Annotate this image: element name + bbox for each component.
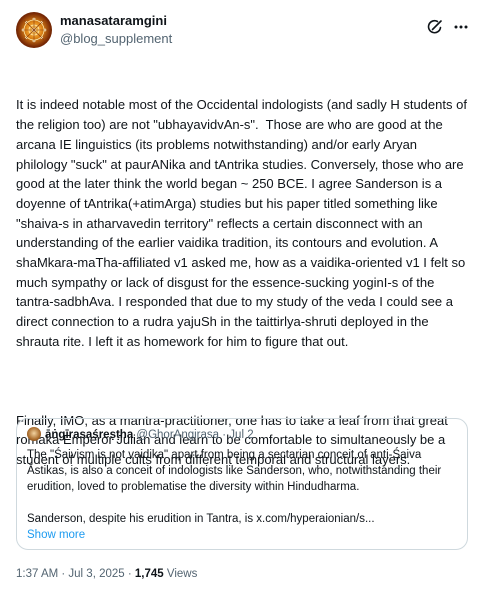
views-label: Views xyxy=(163,568,198,580)
author-handle[interactable]: @blog_supplement xyxy=(60,30,172,48)
quoted-author-display-name: āṅgīrasaśreṣṭha xyxy=(45,429,134,441)
grok-icon[interactable] xyxy=(426,18,444,36)
author-avatar[interactable] xyxy=(16,12,52,48)
post-paragraph: It is indeed notable most of the Occiden… xyxy=(16,97,471,349)
author-info: manasataramgini @blog_supplement xyxy=(60,12,172,48)
quoted-author-handle: @GhorAngirasa xyxy=(136,429,220,441)
show-more-link[interactable]: Show more xyxy=(27,527,85,543)
quoted-post-date: Jul 2 xyxy=(229,429,254,441)
post-header: manasataramgini @blog_supplement xyxy=(16,12,468,48)
post-card: manasataramgini @blog_supplement It is i… xyxy=(0,0,480,591)
quoted-paragraph: Sanderson, despite his erudition in Tant… xyxy=(27,513,375,525)
quoted-post[interactable]: āṅgīrasaśreṣṭha @GhorAngirasa · Jul 2 Th… xyxy=(16,418,468,550)
post-timestamp[interactable]: 1:37 AM · Jul 3, 2025 · xyxy=(16,568,135,580)
quoted-post-header: āṅgīrasaśreṣṭha @GhorAngirasa · Jul 2 xyxy=(27,427,254,443)
mandala-avatar-icon xyxy=(20,16,48,44)
post-footer: 1:37 AM · Jul 3, 2025 · 1,745 Views xyxy=(16,566,197,582)
more-icon[interactable] xyxy=(452,18,470,36)
views-count: 1,745 xyxy=(134,568,164,580)
quoted-author-avatar xyxy=(27,427,41,441)
quoted-separator: · xyxy=(219,429,230,441)
author-display-name[interactable]: manasataramgini xyxy=(60,12,172,30)
quoted-post-body: The "Śaivism is not vaidika" apart from … xyxy=(27,447,459,527)
quoted-paragraph: The "Śaivism is not vaidika" apart from … xyxy=(27,449,442,493)
